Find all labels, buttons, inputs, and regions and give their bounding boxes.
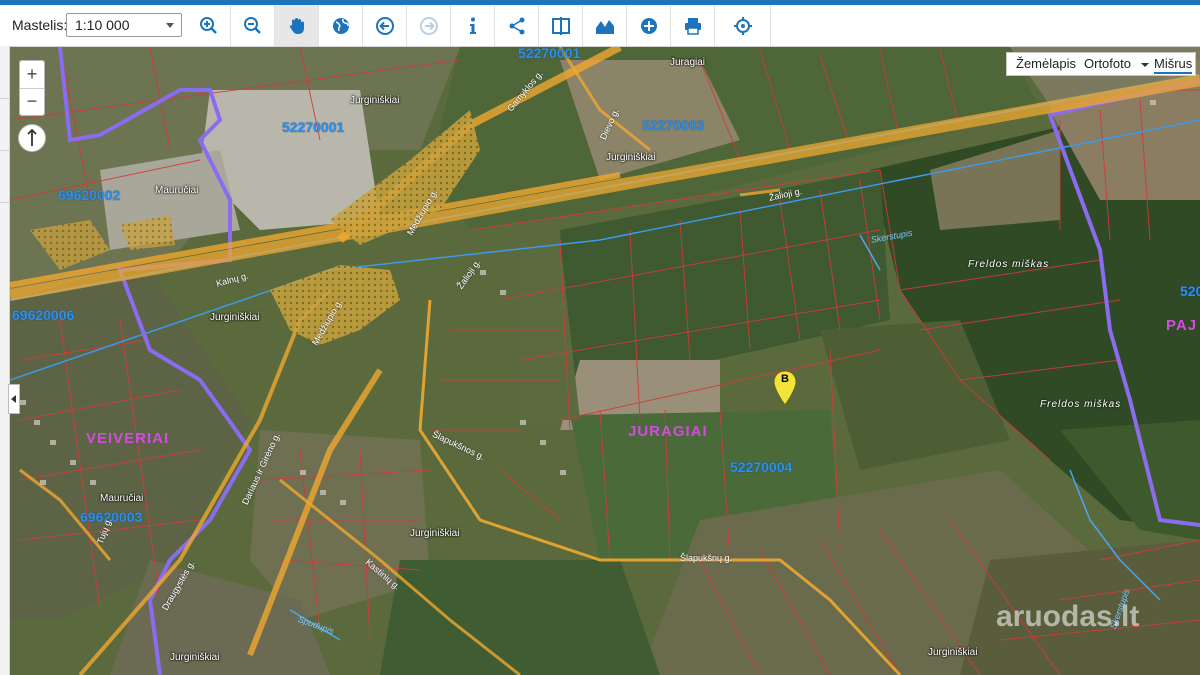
share-icon <box>509 17 525 35</box>
parcel-label: 69620006 <box>12 307 75 323</box>
map-toolbar: Mastelis: 1:10 000 <box>0 5 1200 47</box>
compare-icon <box>552 17 570 35</box>
locate-button[interactable] <box>715 5 771 46</box>
place-label: Mauručiai <box>155 185 199 196</box>
info-icon <box>470 17 476 34</box>
watermark: aruodas.lt <box>996 600 1140 633</box>
forest-label: Freldos miškas <box>968 259 1050 270</box>
zoom-in-icon <box>200 17 217 34</box>
basemap-ortofoto[interactable]: Ortofoto <box>1084 56 1131 71</box>
back-icon <box>376 17 394 35</box>
scale-label: Mastelis: <box>12 17 68 33</box>
map-canvas[interactable]: 52270001 52270001 52270003 69620002 6962… <box>10 47 1200 675</box>
share-button[interactable] <box>495 5 539 46</box>
pan-button[interactable] <box>275 5 319 46</box>
profile-icon <box>596 20 614 34</box>
gutter-divider <box>0 98 9 99</box>
profile-button[interactable] <box>583 5 627 46</box>
basemap-misrus[interactable]: Mišrus <box>1154 56 1193 74</box>
zoom-plus-button[interactable]: + <box>20 61 44 89</box>
add-icon <box>641 18 657 34</box>
print-icon <box>685 18 701 35</box>
add-button[interactable] <box>627 5 671 46</box>
place-label: Mauručiai <box>100 493 144 504</box>
basemap-zemelapis[interactable]: Žemėlapis <box>1016 56 1076 71</box>
chevron-down-icon <box>166 23 174 28</box>
globe-button[interactable] <box>319 5 363 46</box>
back-button[interactable] <box>363 5 407 46</box>
place-label: Jurginiškiai <box>350 95 400 106</box>
zoom-out-button[interactable] <box>231 5 275 46</box>
gutter-divider <box>0 202 9 203</box>
basemap-switcher: Žemėlapis Ortofoto Mišrus <box>1006 52 1196 76</box>
place-label: Jurginiškiai <box>606 152 656 163</box>
zoom-minus-button[interactable]: − <box>20 88 44 115</box>
parcel-label: 52270003 <box>642 117 705 133</box>
district-label: PAJ <box>1166 317 1198 334</box>
forward-button[interactable] <box>407 5 451 46</box>
parcel-label: 52270004 <box>730 459 793 475</box>
parcel-label: 520 <box>1180 283 1200 299</box>
compare-button[interactable] <box>539 5 583 46</box>
marker-label: B <box>781 373 789 385</box>
place-label: Juragiai <box>670 57 706 68</box>
panel-collapse-button[interactable] <box>8 384 20 414</box>
parcel-label: 52270001 <box>282 119 345 135</box>
parcel-label: 69620002 <box>58 187 121 203</box>
gutter-divider <box>0 150 9 151</box>
district-label: JURAGIAI <box>628 423 708 440</box>
place-label: Jurginiškiai <box>210 312 260 323</box>
zoom-in-button[interactable] <box>187 5 231 46</box>
parcel-label: 52270001 <box>518 47 581 61</box>
print-button[interactable] <box>671 5 715 46</box>
scale-select[interactable]: 1:10 000 <box>66 13 182 37</box>
scale-value: 1:10 000 <box>75 17 130 33</box>
info-button[interactable] <box>451 5 495 46</box>
place-label: Jurginiškiai <box>928 647 978 658</box>
zoom-out-icon <box>244 17 261 34</box>
globe-icon <box>333 18 349 34</box>
locate-icon <box>734 17 752 35</box>
district-label: VEIVERIAI <box>86 430 170 447</box>
location-marker[interactable]: B <box>773 370 797 406</box>
forest-label: Freldos miškas <box>1040 399 1122 410</box>
chevron-left-icon <box>11 395 16 403</box>
place-label: Jurginiškiai <box>170 652 220 663</box>
zoom-control: + − <box>19 60 45 116</box>
forward-icon <box>420 17 438 35</box>
hand-icon <box>289 18 304 34</box>
place-label: Jurginiškiai <box>410 528 460 539</box>
north-arrow-icon <box>27 128 37 146</box>
north-arrow-button[interactable] <box>18 124 46 152</box>
street-label: Šlapukšnų g. <box>680 553 733 563</box>
left-panel-gutter <box>0 46 10 675</box>
chevron-down-icon[interactable] <box>1141 63 1149 67</box>
orthophoto-layer <box>10 47 1200 675</box>
